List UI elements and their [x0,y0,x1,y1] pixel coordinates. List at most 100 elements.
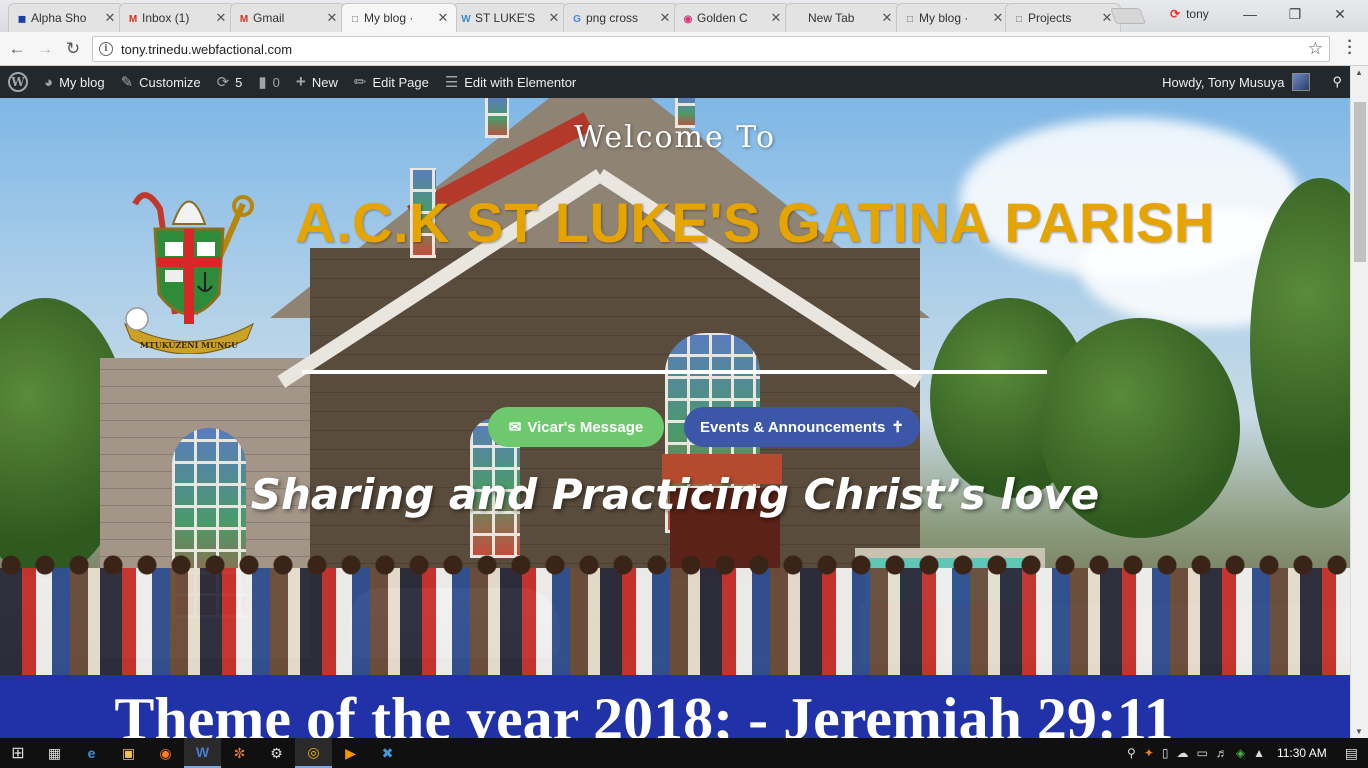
browser-tab-st-lukes[interactable]: W ST LUKE'S ✕ [452,3,568,32]
metamask-icon[interactable]: ✦ [1144,746,1154,760]
dashboard-icon: ◕ [44,73,54,91]
word-icon[interactable]: W [184,738,221,768]
back-arrow-icon[interactable]: ← [6,38,28,60]
browser-tab-gmail[interactable]: M Gmail ✕ [230,3,346,32]
customize-link[interactable]: ✎ Customize [113,66,209,98]
minimize-icon[interactable]: — [1235,4,1265,24]
shield-icon[interactable]: ▲ [1253,746,1265,760]
url-text: tony.trinedu.webfactional.com [121,41,293,57]
comments-link[interactable]: ▮ 0 [250,66,288,98]
tab-title: png cross [586,11,639,25]
address-bar[interactable]: i tony.trinedu.webfactional.com ☆ [92,36,1330,62]
updates-link[interactable]: ⟳ 5 [209,66,251,98]
events-announcements-button[interactable]: Events & Announcements ✝ [684,407,920,447]
browser-tab-alpha[interactable]: ◼ Alpha Sho ✕ [8,3,124,32]
page-scrollbar[interactable]: ▲ ▼ [1350,66,1368,738]
admin-bar-right: Howdy, Tony Musuya ⚲ [1162,66,1342,98]
site-name-label: My blog [59,74,105,90]
crowd-heads [0,550,1350,580]
firefox-icon[interactable]: ◉ [147,738,184,768]
paint-icon[interactable]: ✼ [221,738,258,768]
tab-close-icon[interactable]: ✕ [658,10,672,26]
title-divider [302,370,1047,374]
edit-page-link[interactable]: ✏ Edit Page [346,66,437,98]
info-icon[interactable]: i [99,42,113,56]
forward-arrow-icon[interactable]: → [34,38,56,60]
profile-icon: ⟳ [1170,7,1181,21]
picsart-icon: ◉ [683,13,693,25]
close-window-icon[interactable]: ✕ [1325,4,1355,24]
tab-title: Projects [1028,11,1072,25]
new-tab-button[interactable] [1110,8,1146,24]
scroll-up-icon[interactable]: ▲ [1355,68,1363,77]
calculator-icon[interactable]: ▦ [36,738,73,768]
tagline: Sharing and Practicing Christ’s love [250,470,1100,519]
plus-icon: + [295,72,306,91]
reload-icon[interactable]: ↻ [62,38,84,60]
new-content-link[interactable]: + New [288,66,346,98]
settings-icon[interactable]: ⚙ [258,738,295,768]
envelope-icon: ✉ [508,419,522,436]
browser-menu-icon[interactable]: · · · [1344,34,1356,62]
welcome-heading: Welcome To [573,120,777,155]
people-icon[interactable]: ⚲ [1127,746,1136,760]
tab-title: New Tab [808,11,855,25]
browser-tab-my-blog-2[interactable]: □ My blog · ✕ [896,3,1012,32]
tab-close-icon[interactable]: ✕ [769,10,783,26]
tab-close-icon[interactable]: ✕ [103,10,117,26]
browser-tab-my-blog-active[interactable]: □ My blog · ✕ [341,3,457,32]
search-icon[interactable]: ⚲ [1332,74,1342,90]
tab-close-icon[interactable]: ✕ [436,10,450,26]
taskbar-clock[interactable]: 11:30 AM [1277,746,1327,760]
gmail-icon: M [128,13,138,25]
antivirus-icon[interactable]: ◈ [1236,746,1245,760]
profile-chip[interactable]: ⟳ tony [1170,7,1209,21]
gmail-icon: M [239,13,249,25]
battery-icon[interactable]: ▭ [1196,746,1207,760]
file-explorer-icon[interactable]: ▣ [110,738,147,768]
tab-title: Gmail [253,11,285,25]
wordpress-icon: W [461,13,471,25]
browser-tab-png-cross[interactable]: G png cross ✕ [563,3,679,32]
theme-of-year-text: Theme of the year 2018; - Jeremiah 29:11 [114,686,1174,738]
edit-elementor-link[interactable]: ☰ Edit with Elementor [437,66,584,98]
site-name-link[interactable]: ◕ My blog [36,66,113,98]
tab-close-icon[interactable]: ✕ [991,10,1005,26]
page-icon: □ [906,13,914,25]
browser-tab-projects[interactable]: □ Projects ✕ [1005,3,1121,32]
vscode-icon[interactable]: ✖ [369,738,406,768]
theme-of-year-banner: Theme of the year 2018; - Jeremiah 29:11 [0,675,1350,738]
network-icon[interactable]: ▯ [1162,746,1169,760]
crest-motto: MTUKUZENI MUNGU [140,340,238,350]
tab-close-icon[interactable]: ✕ [214,10,228,26]
volume-icon[interactable]: ♬ [1216,746,1228,760]
bookmark-star-icon[interactable]: ☆ [1308,39,1323,59]
chrome-icon[interactable]: ◎ [295,738,332,768]
hero-section: MTUKUZENI MUNGU Welcome To A.C.K ST LUKE… [0,98,1350,675]
howdy-account-link[interactable]: Howdy, Tony Musuya [1162,75,1284,90]
onedrive-icon[interactable]: ☁ [1176,746,1188,760]
wordpress-logo-button[interactable]: W [0,66,36,98]
windows-start-icon[interactable]: ⊞ [0,738,36,768]
scrollbar-thumb[interactable] [1354,102,1366,262]
tab-title: Inbox (1) [142,11,190,25]
alpha-icon: ◼ [17,13,27,25]
browser-tab-new-tab[interactable]: New Tab ✕ [785,3,901,32]
avatar[interactable] [1292,73,1311,91]
browser-tab-golden[interactable]: ◉ Golden C ✕ [674,3,790,32]
parish-title: A.C.K ST LUKE'S GATINA PARISH [295,191,1215,254]
edge-icon[interactable]: e [73,738,110,768]
tab-close-icon[interactable]: ✕ [325,10,339,26]
notifications-icon[interactable]: ▤ [1345,745,1358,762]
maximize-icon[interactable]: ❐ [1280,4,1310,24]
browser-toolbar: ← → ↻ i tony.trinedu.webfactional.com ☆ … [0,32,1368,66]
tab-close-icon[interactable]: ✕ [547,10,561,26]
media-player-icon[interactable]: ▶ [332,738,369,768]
page-icon: □ [1015,13,1023,25]
tab-close-icon[interactable]: ✕ [880,10,894,26]
wp-admin-bar: W ◕ My blog ✎ Customize ⟳ 5 ▮ 0 + New ✏ … [0,66,1350,98]
vicar-message-button[interactable]: ✉ Vicar's Message [488,407,664,447]
browser-tab-inbox[interactable]: M Inbox (1) ✕ [119,3,235,32]
scroll-down-icon[interactable]: ▼ [1355,727,1363,736]
updates-icon: ⟳ [216,74,230,91]
